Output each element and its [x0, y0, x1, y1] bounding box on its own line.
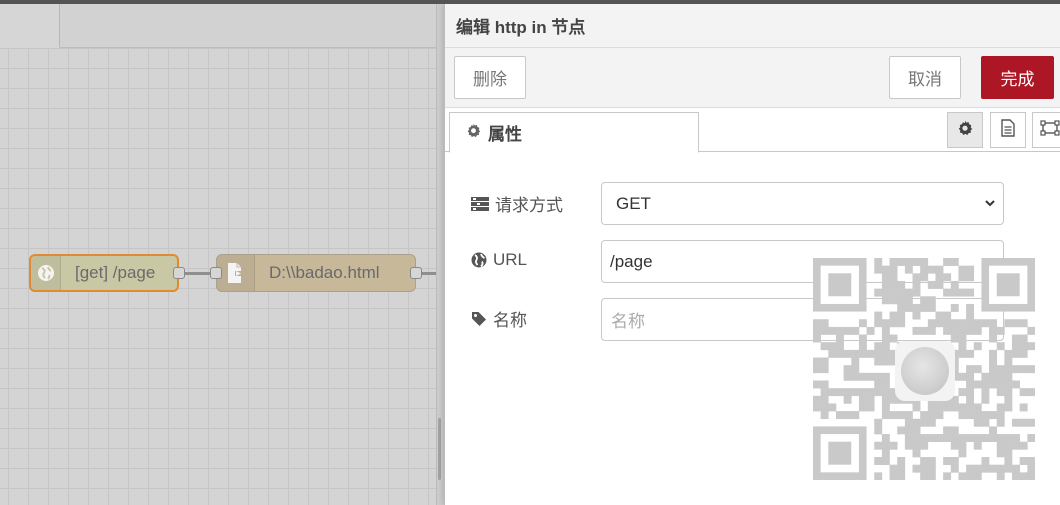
- scrollbar[interactable]: [438, 418, 441, 480]
- tab-settings[interactable]: [947, 112, 983, 148]
- globe-icon: [471, 252, 487, 268]
- node-output-port[interactable]: [410, 267, 422, 279]
- chevron-down-icon: [983, 195, 997, 215]
- gear-icon: [466, 123, 481, 143]
- http-in-node[interactable]: [get] /page: [29, 254, 179, 292]
- method-row: 请求方式: [471, 182, 601, 225]
- cancel-button[interactable]: 取消: [889, 56, 961, 99]
- node-label: [get] /page: [75, 263, 156, 282]
- tab-properties[interactable]: 属性: [449, 112, 699, 153]
- url-row: URL: [471, 238, 601, 281]
- avatar: [901, 347, 949, 395]
- qr-avatar: [895, 341, 955, 401]
- url-label: URL: [471, 250, 601, 270]
- workspace-tab[interactable]: [0, 4, 60, 48]
- url-label-text: URL: [493, 249, 528, 269]
- method-select-value: GET: [616, 193, 651, 213]
- method-label-text: 请求方式: [495, 196, 563, 215]
- tray-header: 编辑 http in 节点: [445, 4, 1060, 48]
- name-input-placeholder: 名称: [611, 312, 645, 331]
- tab-properties-label: 属性: [488, 125, 522, 144]
- tray-toolbar: 删除 取消 完成: [445, 48, 1060, 108]
- url-input-value: /page: [610, 251, 653, 271]
- tasks-icon: [471, 196, 489, 211]
- tray-title: 编辑 http in 节点: [456, 18, 586, 37]
- file-out-icon: [217, 255, 255, 291]
- flow-workspace[interactable]: [get] /page D:\\badao.html: [0, 0, 444, 505]
- file-node[interactable]: D:\\badao.html: [216, 254, 416, 292]
- node-label: D:\\badao.html: [269, 263, 380, 282]
- node-frame-icon: [1040, 119, 1060, 141]
- top-bar: [0, 0, 1060, 4]
- done-button[interactable]: 完成: [981, 56, 1054, 99]
- tray-tabs: 属性: [445, 108, 1060, 153]
- method-label: 请求方式: [471, 191, 601, 216]
- name-label: 名称: [471, 306, 601, 331]
- node-input-port[interactable]: [210, 267, 222, 279]
- name-label-text: 名称: [493, 311, 527, 330]
- node-output-port[interactable]: [173, 267, 185, 279]
- globe-icon: [31, 256, 61, 290]
- tag-icon: [471, 311, 487, 327]
- gear-icon: [957, 120, 973, 141]
- delete-button[interactable]: 删除: [454, 56, 526, 99]
- tab-description[interactable]: [990, 112, 1026, 148]
- document-icon: [1001, 118, 1015, 142]
- tab-appearance[interactable]: [1032, 112, 1060, 148]
- flow-wire[interactable]: [422, 272, 436, 275]
- name-row: 名称: [471, 297, 601, 340]
- workspace-tab-bar: [0, 4, 444, 48]
- method-select[interactable]: GET: [601, 182, 1004, 225]
